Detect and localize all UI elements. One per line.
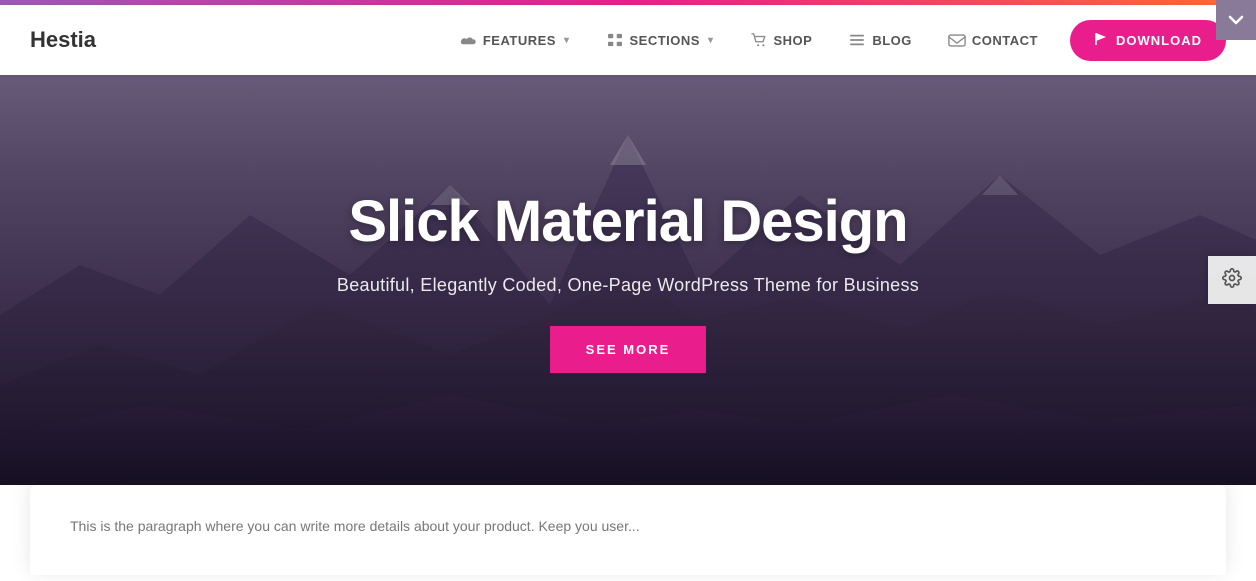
nav-links: FEATURES ▾ SECTIONS ▾	[445, 20, 1226, 61]
bottom-card: This is the paragraph where you can writ…	[30, 485, 1226, 575]
gear-icon	[1222, 268, 1242, 293]
features-chevron: ▾	[564, 35, 570, 46]
nav-item-shop[interactable]: SHOP	[736, 25, 827, 56]
cloud-icon	[459, 33, 477, 47]
nav-item-contact[interactable]: CONTACT	[934, 25, 1052, 56]
nav-shop-label: SHOP	[774, 33, 813, 48]
nav-features-label: FEATURES	[483, 33, 556, 48]
brand-logo[interactable]: Hestia	[30, 27, 96, 53]
download-button[interactable]: DOWNLOAD	[1070, 20, 1226, 61]
see-more-button[interactable]: SEE MORE	[550, 326, 707, 373]
hero-title: Slick Material Design	[348, 188, 907, 255]
cart-icon	[750, 33, 768, 47]
chevron-down-icon	[1228, 12, 1244, 28]
nav-item-features[interactable]: FEATURES ▾	[445, 25, 584, 56]
settings-float-button[interactable]	[1208, 256, 1256, 304]
hero-section: Slick Material Design Beautiful, Elegant…	[0, 75, 1256, 485]
nav-item-blog[interactable]: BLOG	[834, 25, 926, 56]
flag-icon	[1094, 32, 1108, 49]
hero-subtitle: Beautiful, Elegantly Coded, One-Page Wor…	[337, 275, 919, 296]
navbar: Hestia FEATURES ▾ SECTIONS ▾	[0, 5, 1256, 75]
mail-icon	[948, 33, 966, 47]
list-icon	[848, 33, 866, 47]
nav-contact-label: CONTACT	[972, 33, 1038, 48]
hero-content: Slick Material Design Beautiful, Elegant…	[337, 188, 919, 373]
nav-blog-label: BLOG	[872, 33, 912, 48]
download-label: DOWNLOAD	[1116, 33, 1202, 48]
nav-sections-label: SECTIONS	[630, 33, 700, 48]
bottom-card-text: This is the paragraph where you can writ…	[70, 515, 1186, 537]
collapse-button[interactable]	[1216, 0, 1256, 40]
sections-chevron: ▾	[708, 35, 714, 46]
grid-icon	[606, 33, 624, 47]
nav-item-sections[interactable]: SECTIONS ▾	[592, 25, 728, 56]
